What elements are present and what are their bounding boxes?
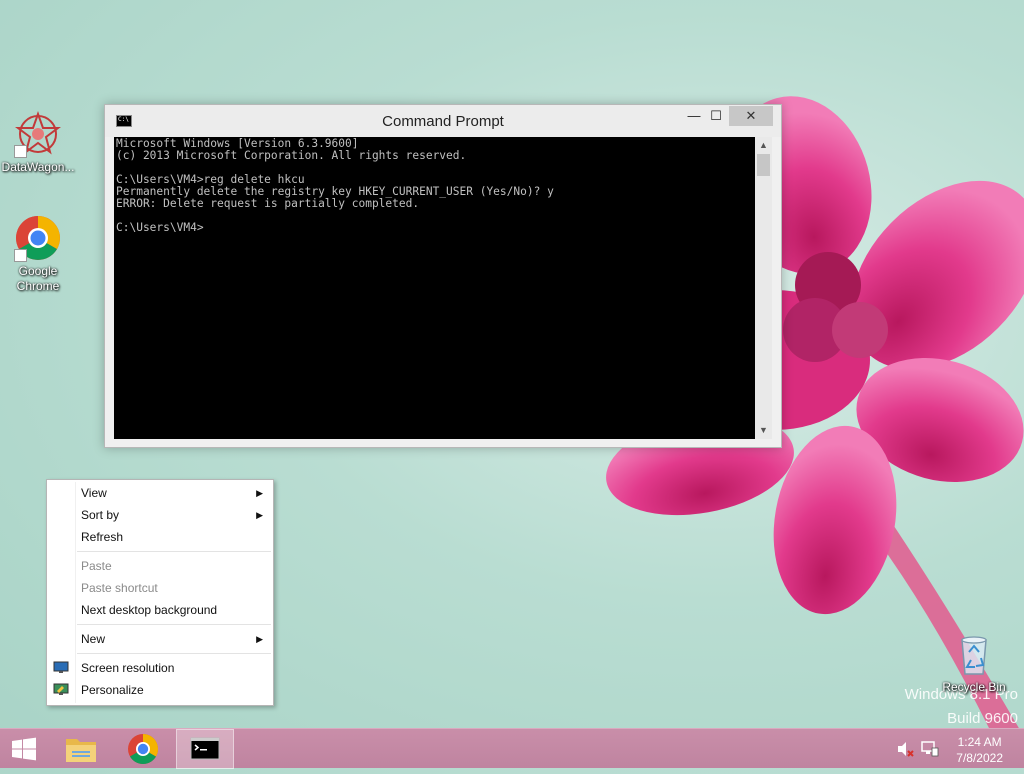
shortcut-arrow-icon xyxy=(14,249,27,262)
taskbar-chrome[interactable] xyxy=(118,729,168,769)
scroll-thumb[interactable] xyxy=(757,154,770,176)
console-line: ERROR: Delete request is partially compl… xyxy=(116,197,420,210)
cmd-icon xyxy=(190,737,220,760)
desktop-icon-label: Recycle Bin xyxy=(942,680,1006,694)
desktop-context-menu[interactable]: View ▶ Sort by ▶ Refresh Paste Paste sho… xyxy=(46,479,274,706)
datawagon-icon xyxy=(14,110,62,158)
monitor-icon xyxy=(53,661,69,673)
menu-item-next-desktop-background[interactable]: Next desktop background xyxy=(47,599,273,621)
minimize-button[interactable]: — xyxy=(683,106,705,126)
submenu-arrow-icon: ▶ xyxy=(256,488,263,498)
taskbar-clock[interactable]: 1:24 AM 7/8/2022 xyxy=(956,734,1003,766)
menu-item-paste-shortcut: Paste shortcut xyxy=(47,577,273,599)
volume-muted-icon[interactable] xyxy=(896,741,914,757)
taskbar-file-explorer[interactable] xyxy=(56,729,106,769)
personalize-icon xyxy=(53,683,69,695)
taskbar: 1:24 AM 7/8/2022 xyxy=(0,728,1024,769)
taskbar-command-prompt[interactable] xyxy=(176,729,234,769)
menu-item-label: Paste xyxy=(81,559,112,573)
scroll-down-icon[interactable]: ▼ xyxy=(755,422,772,439)
vertical-scrollbar[interactable]: ▲ ▼ xyxy=(755,137,772,439)
menu-item-label: Refresh xyxy=(81,530,124,544)
clock-time: 1:24 AM xyxy=(957,735,1002,749)
start-button[interactable] xyxy=(0,729,48,769)
menu-separator xyxy=(77,551,271,552)
menu-item-screen-resolution[interactable]: Screen resolution xyxy=(47,657,273,679)
menu-separator xyxy=(77,624,271,625)
desktop-icon-chrome[interactable]: Google Chrome xyxy=(0,214,76,294)
window-titlebar[interactable]: C:\ Command Prompt — ☐ ✕ xyxy=(105,105,781,137)
menu-item-view[interactable]: View ▶ xyxy=(47,482,273,504)
clock-date: 7/8/2022 xyxy=(956,751,1003,765)
menu-item-label: Sort by xyxy=(81,508,120,522)
submenu-arrow-icon: ▶ xyxy=(256,510,263,520)
shortcut-arrow-icon xyxy=(14,145,27,158)
menu-item-new[interactable]: New ▶ xyxy=(47,628,273,650)
menu-item-label: View xyxy=(81,486,107,500)
window-title: Command Prompt xyxy=(382,113,504,130)
windows-logo-icon xyxy=(12,737,36,761)
submenu-arrow-icon: ▶ xyxy=(256,634,263,644)
menu-item-label: Paste shortcut xyxy=(81,581,158,595)
menu-item-label: Personalize xyxy=(81,683,144,697)
desktop-icon-datawagon[interactable]: DataWagon... xyxy=(0,110,76,175)
menu-item-personalize[interactable]: Personalize xyxy=(47,679,273,701)
menu-item-sort-by[interactable]: Sort by ▶ xyxy=(47,504,273,526)
menu-item-paste: Paste xyxy=(47,555,273,577)
menu-item-label: Next desktop background xyxy=(81,603,218,617)
chrome-icon xyxy=(14,214,62,262)
console-line: C:\Users\VM4> xyxy=(116,221,204,234)
menu-separator xyxy=(77,653,271,654)
chrome-icon xyxy=(128,734,159,765)
console-line: (c) 2013 Microsoft Corporation. All righ… xyxy=(116,149,467,162)
maximize-button[interactable]: ☐ xyxy=(705,106,727,126)
console-output: Microsoft Windows [Version 6.3.9600] (c)… xyxy=(116,138,752,234)
close-button[interactable]: ✕ xyxy=(729,106,773,126)
desktop-icon-label: Google Chrome xyxy=(16,264,60,293)
menu-item-refresh[interactable]: Refresh xyxy=(47,526,273,548)
desktop-icon-recycle-bin[interactable]: Recycle Bin xyxy=(936,630,1012,695)
command-prompt-window[interactable]: C:\ Command Prompt — ☐ ✕ Microsoft Windo… xyxy=(104,104,782,448)
folder-icon xyxy=(66,739,96,762)
recycle-bin-icon xyxy=(950,630,998,678)
watermark-line2: Build 9600 xyxy=(947,710,1018,727)
scroll-up-icon[interactable]: ▲ xyxy=(755,137,772,154)
menu-item-label: New xyxy=(81,632,106,646)
console-area[interactable]: Microsoft Windows [Version 6.3.9600] (c)… xyxy=(114,137,772,439)
desktop-icon-label: DataWagon... xyxy=(1,160,75,174)
menu-item-label: Screen resolution xyxy=(81,661,175,675)
network-icon[interactable] xyxy=(920,740,940,758)
